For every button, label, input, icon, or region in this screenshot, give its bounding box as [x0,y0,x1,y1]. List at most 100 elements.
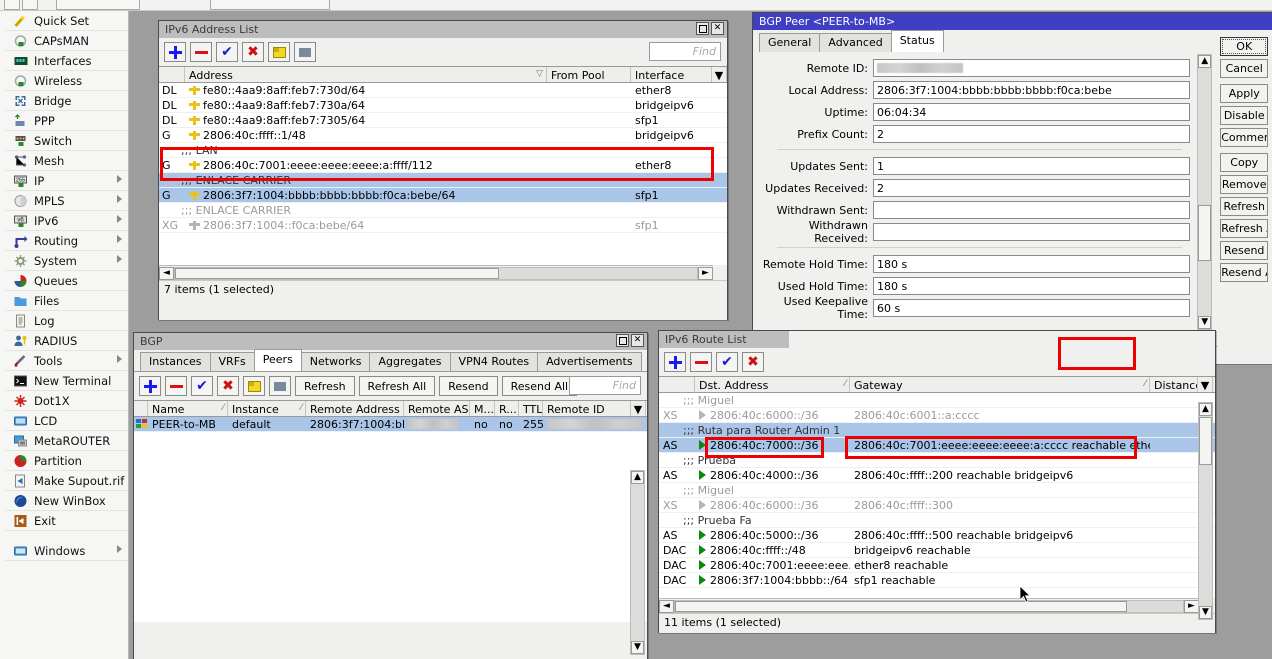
hscroll-thumb[interactable] [675,601,1127,612]
maximize-icon[interactable] [696,22,709,35]
sidebar-item-ip[interactable]: 255IP [5,171,128,191]
col-instance[interactable]: Instance⁄ [228,401,306,416]
field-input-updates-sent[interactable]: 1 [873,157,1190,175]
tab-vrfs[interactable]: VRFs [210,352,255,371]
col-ttl[interactable]: TTL [519,401,543,416]
col-icon[interactable] [134,401,148,416]
col-distance[interactable]: Distance [1150,377,1198,392]
sidebar-item-windows[interactable]: Windows [5,541,128,561]
sidebar-item-system[interactable]: System [5,251,128,271]
enable-button[interactable]: ✔ [716,352,738,372]
col-interface[interactable]: Interface [631,67,712,82]
scroll-up-icon[interactable]: ▲ [1199,403,1212,416]
table-row[interactable]: DLfe80::4aa9:8aff:feb7:7305/64sfp1 [159,113,727,128]
table-row[interactable]: ;;; Miguel [659,393,1215,408]
disable-button[interactable]: Disable [1220,106,1268,125]
table-row[interactable]: AS2806:40c:7000::/362806:40c:7001:eeee:e… [659,438,1215,453]
sidebar-item-queues[interactable]: Queues [5,271,128,291]
sidebar-item-ppp[interactable]: PPP [5,111,128,131]
refresh-all-button[interactable]: Refresh All [1220,219,1268,238]
scroll-left-icon[interactable]: ◄ [659,600,674,613]
bgp-peer-titlebar[interactable]: BGP Peer <PEER-to-MB> [753,13,1272,30]
col-gateway[interactable]: Gateway⁄ [850,377,1150,392]
table-row[interactable]: G2806:3f7:1004:bbbb:bbbb:bbbb:f0ca:bebe/… [159,188,727,203]
sidebar-item-log[interactable]: Log [5,311,128,331]
sidebar-item-mpls[interactable]: MPLS [5,191,128,211]
scroll-down-icon[interactable]: ▼ [1199,606,1212,619]
comment-button[interactable] [268,42,290,62]
col-flags[interactable] [159,67,185,82]
sidebar-item-files[interactable]: Files [5,291,128,311]
field-input-used-keepalive-time[interactable]: 60 s [873,299,1190,317]
add-button[interactable] [164,42,186,62]
remove-button[interactable] [190,42,212,62]
add-button[interactable] [664,352,686,372]
table-row[interactable]: ;;; Miguel [659,483,1215,498]
table-row[interactable]: ;;; ENLACE CARRIER [159,203,727,218]
bgp-peer-vscrollbar[interactable]: ▲ ▼ [1197,54,1212,330]
maximize-icon[interactable] [616,334,629,347]
tab-vpn4-routes[interactable]: VPN4 Routes [450,352,539,371]
remove-button[interactable] [690,352,712,372]
bgp-titlebar[interactable]: BGP ✕ [134,333,647,350]
scroll-right-icon[interactable]: ► [698,267,713,280]
field-input-prefix-count[interactable]: 2 [873,125,1190,143]
remove-button[interactable] [165,376,187,396]
field-input-remote-id[interactable] [873,59,1190,77]
tab-peers[interactable]: Peers [254,349,302,371]
table-row[interactable]: ;;; Ruta para Router Admin 1 [659,423,1215,438]
toolbar-button-1[interactable] [4,0,20,10]
field-input-withdrawn-sent[interactable] [873,201,1190,219]
scroll-right-icon[interactable]: ► [1184,600,1199,613]
sidebar-item-quick-set[interactable]: Quick Set [5,11,128,31]
tab-status[interactable]: Status [891,30,944,52]
sidebar-item-tools[interactable]: Tools [5,351,128,371]
scroll-down-icon[interactable]: ▼ [1198,316,1211,329]
tab-general[interactable]: General [759,33,820,52]
table-row[interactable]: DLfe80::4aa9:8aff:feb7:730d/64ether8 [159,83,727,98]
disable-button[interactable]: ✖ [242,42,264,62]
tab-aggregates[interactable]: Aggregates [369,352,450,371]
refresh-button[interactable]: Refresh [295,376,355,396]
sidebar-item-make-supout-rif[interactable]: Make Supout.rif [5,471,128,491]
table-row[interactable]: XG2806:3f7:1004::f0ca:bebe/64sfp1 [159,218,727,233]
refresh-button[interactable]: Refresh [1220,197,1268,216]
table-row[interactable]: AS2806:40c:4000::/362806:40c:ffff::200 r… [659,468,1215,483]
sidebar-item-switch[interactable]: Switch [5,131,128,151]
table-row[interactable]: ;;; LAN [159,143,727,158]
scroll-up-icon[interactable]: ▲ [631,471,644,484]
col-flags[interactable] [659,377,695,392]
hscroll-track[interactable] [174,267,698,280]
col-dst-address[interactable]: Dst. Address⁄ [695,377,850,392]
refresh-all-button[interactable]: Refresh All [359,376,436,396]
hscroll-thumb[interactable] [175,268,499,279]
field-input-used-hold-time[interactable]: 180 s [873,277,1190,295]
field-input-uptime[interactable]: 06:04:34 [873,103,1190,121]
col-menu-icon[interactable]: ▼ [712,67,727,82]
search-input[interactable]: Find [569,376,641,395]
table-row[interactable]: ;;; ENLACE CARRIER [159,173,727,188]
table-row[interactable]: DLfe80::4aa9:8aff:feb7:730a/64bridgeipv6 [159,98,727,113]
ipv6-address-list-titlebar[interactable]: IPv6 Address List ✕ [159,21,727,38]
filter-button[interactable] [269,376,291,396]
sidebar-item-mesh[interactable]: Mesh [5,151,128,171]
comment-button[interactable] [243,376,265,396]
resend-all-button[interactable]: Resend All [1220,263,1268,282]
tab-networks[interactable]: Networks [301,352,371,371]
sidebar-item-new-winbox[interactable]: New WinBox [5,491,128,511]
ipv6-route-vscrollbar[interactable]: ▲ ▼ [1198,402,1213,620]
hscroll-track[interactable] [674,600,1184,613]
sidebar-item-interfaces[interactable]: Interfaces [5,51,128,71]
sidebar-item-metarouter[interactable]: MetaROUTER [5,431,128,451]
comment-button[interactable]: Comment [1220,128,1268,147]
table-row[interactable]: G2806:40c:7001:eeee:eeee:eeee:a:ffff/112… [159,158,727,173]
sidebar-item-ipv6[interactable]: v6IPv6 [5,211,128,231]
table-row[interactable]: DAC2806:40c:ffff::/48bridgeipv6 reachabl… [659,543,1215,558]
table-row[interactable]: DAC2806:40c:7001:eeee:eee..ether8 reacha… [659,558,1215,573]
ok-button[interactable]: OK [1220,37,1268,56]
sidebar-item-radius[interactable]: RADIUS [5,331,128,351]
ipv6-route-hscrollbar[interactable]: ◄ ► [659,598,1199,613]
col-remote-address[interactable]: Remote Address [306,401,404,416]
col-remote-id[interactable]: Remote ID [543,401,631,416]
enable-button[interactable]: ✔ [191,376,213,396]
